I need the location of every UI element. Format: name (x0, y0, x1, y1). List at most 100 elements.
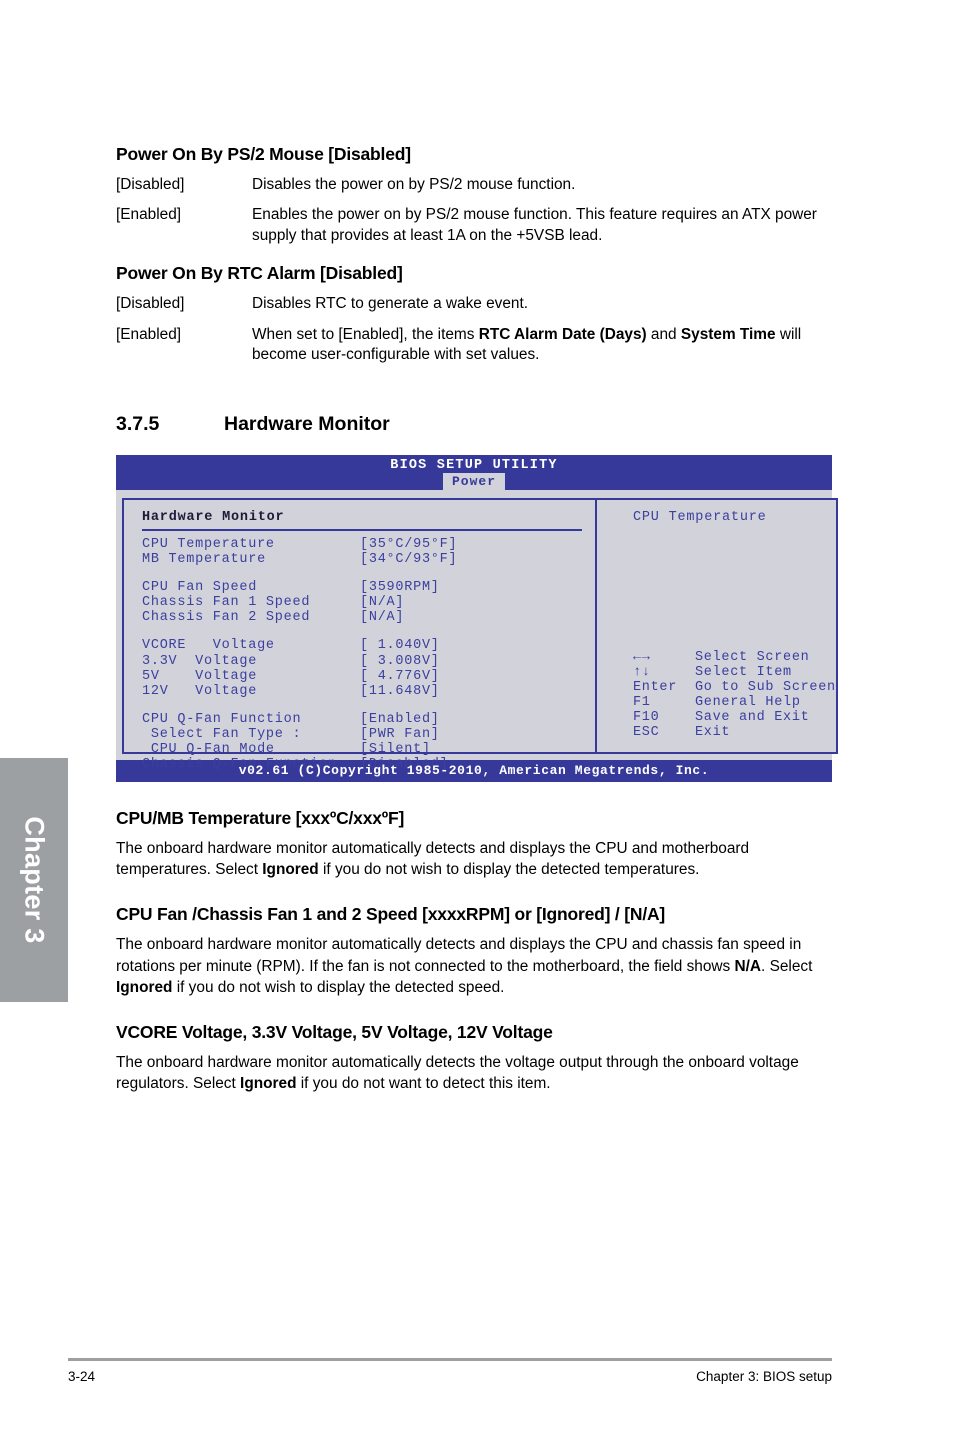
bios-item-row[interactable]: 12V Voltage [11.648V] (142, 684, 595, 699)
bios-item-row[interactable]: CPU Q-Fan Mode [Silent] (142, 742, 595, 757)
bios-nav-legend: ←→ Select Screen ↑↓ Select Item Enter Go to S… (633, 650, 836, 741)
bios-help-panel: CPU Temperature ←→ Select Screen ↑↓ Select … (596, 497, 838, 754)
text-run: if you do not wish to display the detect… (172, 978, 505, 996)
page-number: 3-24 (68, 1369, 96, 1384)
item-heading: VCORE Voltage, 3.3V Voltage, 5V Voltage,… (116, 1022, 553, 1043)
emphasis-text: Ignored (262, 861, 319, 879)
bios-item-value: [N/A] (360, 610, 405, 626)
bios-body: Hardware Monitor CPU Temperature [35°C/95… (116, 489, 838, 772)
footer-divider (68, 1358, 832, 1361)
option-row: [Disabled] Disables the power on by PS/2… (116, 175, 832, 195)
bios-nav-row: F1 General Help (633, 695, 836, 710)
panel-divider (142, 528, 582, 531)
bios-item-row[interactable]: VCORE Voltage [ 1.040V] (142, 638, 595, 653)
emphasis-text: RTC Alarm Date (Days) (478, 325, 647, 343)
bios-item-value: [3590RPM] (360, 580, 440, 596)
text-run: . Select (761, 957, 813, 975)
section-heading: 3.7.5 Hardware Monitor (116, 413, 832, 436)
bios-nav-action: Select Item (695, 665, 792, 681)
bios-item-value: [Silent] (360, 742, 431, 758)
bios-nav-key: F10 (633, 710, 660, 726)
option-description: When set to [Enabled], the items RTC Ala… (252, 325, 832, 366)
bios-item-value: [ 3.008V] (360, 653, 440, 669)
text-run: When set to [Enabled], the items (252, 325, 479, 343)
bios-item-row[interactable]: Chassis Fan 2 Speed [N/A] (142, 610, 595, 625)
option-description: Disables RTC to generate a wake event. (252, 295, 529, 313)
section-rtc-alarm: Power On By RTC Alarm [Disabled] [Disabl… (116, 263, 832, 365)
bios-item-value: [ 1.040V] (360, 638, 440, 654)
description-body: The onboard hardware monitor automatical… (116, 838, 832, 881)
bios-item-value: [35°C/95°F] (360, 536, 458, 552)
bios-nav-key: ESC (633, 725, 660, 741)
bios-item-label: CPU Fan Speed (142, 580, 258, 596)
text-run: The onboard hardware monitor automatical… (116, 936, 802, 975)
bios-item-label: 5V Voltage (142, 668, 258, 684)
option-key: [Disabled] (116, 295, 185, 313)
bios-main-panel: Hardware Monitor CPU Temperature [35°C/95… (122, 497, 596, 772)
option-description: Disables the power on by PS/2 mouse func… (252, 176, 576, 193)
bios-nav-action: Select Screen (695, 649, 810, 665)
bios-nav-action: Save and Exit (695, 710, 810, 726)
bios-item-row[interactable]: 5V Voltage [ 4.776V] (142, 669, 595, 684)
bios-item-value: [ 4.776V] (360, 668, 440, 684)
chapter-tab-label: Chapter 3 (19, 816, 50, 944)
option-key: [Enabled] (116, 206, 182, 224)
bios-item-spacer (142, 567, 595, 580)
bios-item-label: CPU Temperature (142, 536, 275, 552)
bios-item-row[interactable]: CPU Temperature [35°C/95°F] (142, 537, 595, 552)
bios-nav-row: ↑↓ Select Item (633, 665, 836, 680)
footer-row: 3-24 Chapter 3: BIOS setup (68, 1369, 832, 1384)
bios-item-row[interactable]: CPU Q-Fan Function [Enabled] (142, 712, 595, 727)
text-run: if you do not want to detect this item. (296, 1075, 551, 1093)
section-title: Hardware Monitor (224, 412, 390, 435)
hardware-monitor-title: Hardware Monitor (142, 509, 285, 525)
bios-item-label: Select Fan Type : (142, 727, 302, 742)
help-title: CPU Temperature (633, 509, 767, 525)
bios-nav-row: ←→ Select Screen (633, 650, 836, 665)
bios-item-spacer (142, 699, 595, 712)
footer-chapter-label: Chapter 3: BIOS setup (696, 1369, 832, 1384)
bios-nav-row: F10 Save and Exit (633, 710, 836, 725)
bios-nav-key: ↑↓ (633, 665, 651, 681)
emphasis-text: N/A (734, 957, 762, 975)
section-ps2-mouse: Power On By PS/2 Mouse [Disabled] [Disab… (116, 0, 832, 246)
bios-nav-action: Exit (695, 725, 731, 741)
bios-item-row[interactable]: 3.3V Voltage [ 3.008V] (142, 654, 595, 669)
bios-item-value: [PWR Fan] (360, 727, 440, 742)
description-fan-speed: CPU Fan /Chassis Fan 1 and 2 Speed [xxxx… (116, 904, 832, 998)
bios-item-label: 12V Voltage (142, 683, 258, 699)
bios-titlebar: BIOS SETUP UTILITY Power (116, 454, 832, 491)
bios-nav-key: Enter (633, 680, 678, 696)
bios-item-row[interactable]: Select Fan Type : [PWR Fan] (142, 727, 595, 742)
option-row: [Enabled] When set to [Enabled], the ite… (116, 325, 832, 366)
option-description: Enables the power on by PS/2 mouse funct… (252, 206, 817, 244)
description-body: The onboard hardware monitor automatical… (116, 1052, 832, 1095)
bios-tab-power[interactable]: Power (442, 472, 506, 491)
option-row: [Disabled] Disables RTC to generate a wa… (116, 294, 832, 314)
bios-item-row[interactable]: CPU Fan Speed [3590RPM] (142, 580, 595, 595)
page-footer: 3-24 Chapter 3: BIOS setup (68, 1358, 832, 1384)
bios-item-list: CPU Temperature [35°C/95°F] MB Temperature… (142, 537, 595, 772)
text-run: if you do not wish to display the detect… (318, 861, 700, 879)
option-key: [Enabled] (116, 325, 182, 343)
bios-nav-row: Enter Go to Sub Screen (633, 680, 836, 695)
bios-item-label: CPU Q-Fan Mode (142, 742, 275, 758)
description-cpu-mb-temperature: CPU/MB Temperature [xxxºC/xxxºF] The onb… (116, 808, 832, 881)
page-content: Power On By PS/2 Mouse [Disabled] [Disab… (116, 0, 838, 1095)
bios-item-label: MB Temperature (142, 552, 266, 568)
chapter-tab: Chapter 3 (0, 758, 68, 1002)
bios-nav-action: General Help (695, 695, 801, 711)
bios-item-row[interactable]: MB Temperature [34°C/93°F] (142, 552, 595, 567)
option-row: [Enabled] Enables the power on by PS/2 m… (116, 205, 832, 246)
item-heading: CPU Fan /Chassis Fan 1 and 2 Speed [xxxx… (116, 904, 666, 925)
emphasis-text: Ignored (116, 978, 173, 996)
bios-item-value: [11.648V] (360, 683, 440, 699)
item-heading: Power On By RTC Alarm [Disabled] (116, 263, 403, 284)
emphasis-text: System Time (680, 325, 776, 343)
bios-item-label: Chassis Fan 2 Speed (142, 610, 311, 626)
text-run: and (646, 325, 681, 343)
bios-item-row[interactable]: Chassis Fan 1 Speed [N/A] (142, 595, 595, 610)
item-heading: Power On By PS/2 Mouse [Disabled] (116, 144, 411, 164)
bios-nav-action: Go to Sub Screen (695, 680, 836, 696)
bios-item-label: Chassis Fan 1 Speed (142, 595, 311, 611)
